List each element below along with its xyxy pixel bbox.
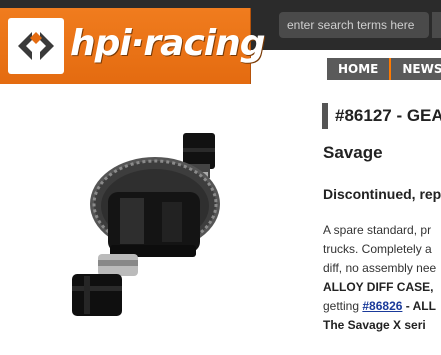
- desc-text-bold: - ALL: [402, 299, 436, 313]
- desc-line: trucks. Completely a: [323, 242, 432, 256]
- desc-line-bold: The Savage X seri: [323, 318, 426, 332]
- diff-case: [108, 192, 200, 257]
- logo-text: hpi·racing: [70, 23, 266, 64]
- search-button[interactable]: [432, 12, 441, 38]
- desc-line: A spare standard, pr: [323, 223, 432, 237]
- product-image[interactable]: [0, 100, 305, 340]
- product-title: #86127 - GEAR: [322, 103, 441, 129]
- nav-home[interactable]: HOME: [327, 58, 392, 80]
- main-nav: HOME NEWS: [327, 58, 441, 80]
- site-logo[interactable]: hpi·racing: [0, 8, 266, 84]
- desc-line: diff, no assembly nee: [323, 261, 437, 275]
- desc-text: getting: [323, 299, 363, 313]
- site-header: hpi·racing HOME NEWS: [0, 0, 441, 84]
- desc-line-with-link: getting #86826 - ALL: [323, 297, 441, 316]
- product-link-86826[interactable]: #86826: [362, 299, 402, 313]
- nav-news[interactable]: NEWS: [391, 58, 441, 80]
- search-input[interactable]: [279, 12, 429, 38]
- lower-outdrive: [72, 274, 122, 316]
- product-status: Discontinued, rep: [323, 186, 441, 202]
- logo-emblem-icon: [8, 18, 64, 74]
- product-subtitle: Savage: [323, 143, 383, 162]
- differential-gear-image: [72, 133, 220, 316]
- product-description: A spare standard, pr trucks. Completely …: [323, 221, 441, 335]
- desc-line-bold: ALLOY DIFF CASE,: [323, 280, 434, 294]
